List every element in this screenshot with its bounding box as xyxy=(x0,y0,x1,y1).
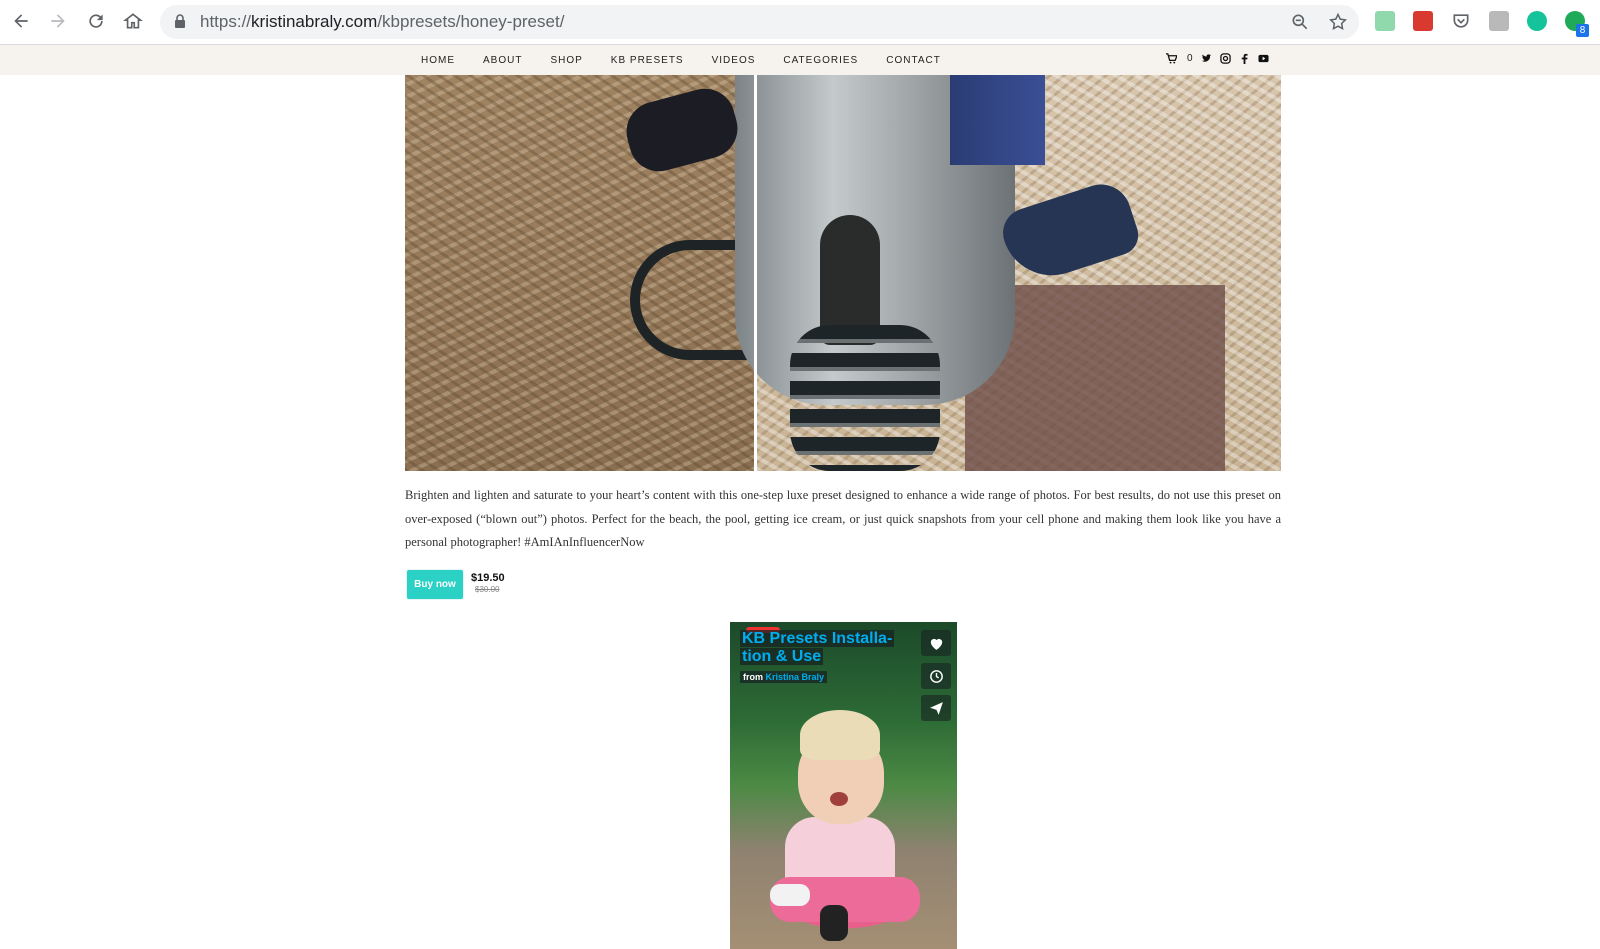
address-bar[interactable]: https://kristinabraly.com/kbpresets/hone… xyxy=(160,5,1359,39)
product-original-price: $30.00 xyxy=(475,585,500,594)
photo-divider xyxy=(754,75,757,471)
nav-kb-presets[interactable]: KB PRESETS xyxy=(611,55,684,66)
grammarly-icon[interactable] xyxy=(1527,11,1547,31)
facebook-icon[interactable] xyxy=(1239,53,1250,64)
extension-red-icon[interactable] xyxy=(1413,11,1433,31)
extension-gray-icon[interactable] xyxy=(1489,11,1509,31)
social-links: 0 xyxy=(1166,53,1269,64)
video-title[interactable]: KB Presets Installa-tion & Use xyxy=(740,630,900,666)
product-price: $19.50 xyxy=(471,572,505,584)
video-child-shoe xyxy=(770,884,810,906)
pocket-icon[interactable] xyxy=(1451,11,1471,31)
reload-icon[interactable] xyxy=(83,8,109,34)
nav-about[interactable]: ABOUT xyxy=(483,55,522,66)
video-child-mouth xyxy=(830,792,848,806)
video-author-link[interactable]: Kristina Braly xyxy=(766,672,825,682)
share-icon[interactable] xyxy=(921,695,951,721)
forward-icon[interactable] xyxy=(45,8,71,34)
nav-categories[interactable]: CATEGORIES xyxy=(783,55,858,66)
like-icon[interactable] xyxy=(921,630,951,656)
cart-icon[interactable] xyxy=(1166,53,1177,64)
extension-wave-icon[interactable] xyxy=(1375,11,1395,31)
youtube-icon[interactable] xyxy=(1258,53,1269,64)
photo-leg xyxy=(950,75,1045,165)
lock-icon xyxy=(175,14,185,28)
photo-spring xyxy=(790,325,940,471)
product-description: Brighten and lighten and saturate to you… xyxy=(405,488,1281,549)
extension-count-badge: 8 xyxy=(1576,24,1589,37)
nav-shop[interactable]: SHOP xyxy=(550,55,582,66)
nav-videos[interactable]: VIDEOS xyxy=(712,55,756,66)
video-byline: from Kristina Braly xyxy=(740,671,828,683)
main-menu: HOME ABOUT SHOP KB PRESETS VIDEOS CATEGO… xyxy=(421,45,969,75)
video-child-shoe-dark xyxy=(820,905,848,941)
video-player[interactable]: KB Presets Installa-tion & Use from Kris… xyxy=(730,622,957,949)
video-child-hair xyxy=(800,710,880,760)
cart-count: 0 xyxy=(1187,53,1193,64)
site-navigation: HOME ABOUT SHOP KB PRESETS VIDEOS CATEGO… xyxy=(0,45,1600,75)
twitter-icon[interactable] xyxy=(1201,53,1212,64)
url-text: https://kristinabraly.com/kbpresets/hone… xyxy=(200,12,565,31)
before-after-photo xyxy=(405,75,1281,471)
buy-now-button[interactable]: Buy now xyxy=(407,570,463,599)
watch-later-icon[interactable] xyxy=(921,663,951,689)
nav-home[interactable]: HOME xyxy=(421,55,455,66)
back-icon[interactable] xyxy=(8,8,34,34)
instagram-icon[interactable] xyxy=(1219,53,1231,64)
home-icon[interactable] xyxy=(120,8,146,34)
nav-contact[interactable]: CONTACT xyxy=(886,55,941,66)
bookmark-star-icon[interactable] xyxy=(1328,12,1348,32)
zoom-icon[interactable] xyxy=(1290,12,1310,32)
browser-toolbar: https://kristinabraly.com/kbpresets/hone… xyxy=(0,0,1600,45)
